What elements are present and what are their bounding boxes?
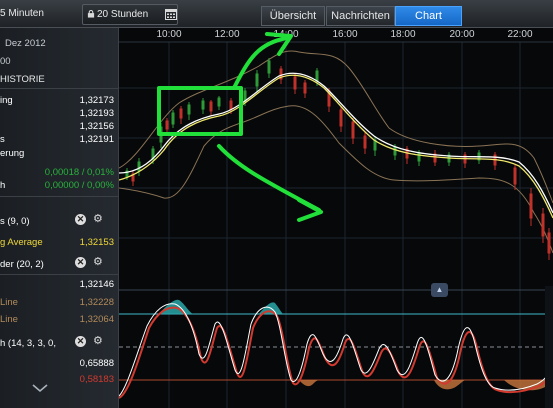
- vertical-scrollbar[interactable]: [545, 286, 553, 408]
- indicator-label: Line: [0, 297, 18, 308]
- tab-chart-label: Chart: [415, 10, 442, 22]
- tab-news[interactable]: Nachrichten: [326, 6, 395, 26]
- range-label: 20 Stunden: [97, 9, 149, 20]
- moving-average-yellow: [119, 74, 553, 219]
- calendar-button[interactable]: [163, 4, 179, 23]
- moving-average-white: [119, 72, 553, 214]
- remove-indicator-button[interactable]: ✕: [75, 214, 86, 225]
- annotation-arrow-up: [232, 36, 289, 90]
- quote-label: s: [0, 134, 5, 145]
- calendar-icon: [165, 9, 177, 20]
- indicator-label: s (9, 0): [0, 216, 30, 227]
- indicator-value: 1,32153: [79, 237, 114, 248]
- interval-label: 5 Minuten: [0, 8, 44, 19]
- remove-indicator-button[interactable]: ✕: [75, 336, 86, 347]
- small-label: 00: [0, 56, 11, 67]
- hand-annotation: [157, 32, 323, 222]
- change-label: h: [0, 180, 6, 191]
- stochastic-panel: [119, 299, 553, 399]
- divider: [0, 196, 118, 197]
- quote-label: ing: [0, 95, 13, 106]
- quote-value: 1,32173: [79, 95, 114, 106]
- change-value: 0,00018 / 0,01%: [44, 167, 114, 178]
- gear-icon[interactable]: ⚙: [93, 214, 104, 225]
- indicator-value: 1,32146: [79, 279, 114, 290]
- change-value: 0,00000 / 0,00%: [44, 180, 114, 191]
- tab-news-label: Nachrichten: [331, 10, 390, 22]
- annotation-arrow-down: [217, 144, 321, 212]
- tab-chart[interactable]: Chart: [395, 6, 462, 26]
- indicator-value: 1,32064: [79, 314, 114, 325]
- toolbar: 5 Minuten 20 Stunden Übersicht Nachricht…: [0, 0, 553, 28]
- indicator-label: der (20, 2): [0, 259, 44, 270]
- quote-value: 1,32156: [79, 121, 114, 132]
- indicator-value: 0,58183: [79, 374, 114, 385]
- date-label: Dez 2012: [5, 38, 46, 49]
- quote-label: erung: [0, 148, 25, 159]
- tab-overview-label: Übersicht: [269, 10, 317, 22]
- lock-icon: [87, 10, 95, 18]
- chevron-down-icon[interactable]: [32, 383, 48, 393]
- indicator-value: 0,65888: [79, 358, 114, 369]
- divider: [0, 88, 118, 89]
- indicator-label: g Average: [0, 237, 43, 248]
- panel-splitter-handle[interactable]: ▲: [431, 283, 448, 297]
- gear-icon[interactable]: ⚙: [93, 336, 104, 347]
- stochastic-k: [119, 303, 553, 397]
- interval-select[interactable]: 5 Minuten: [0, 4, 44, 23]
- indicator-value: 1,32228: [79, 297, 114, 308]
- trading-app: 5 Minuten 20 Stunden Übersicht Nachricht…: [0, 0, 553, 408]
- divider: [0, 274, 118, 275]
- tab-overview[interactable]: Übersicht: [261, 6, 325, 26]
- indicator-label: h (14, 3, 3, 0,: [0, 338, 56, 349]
- stochastic-d: [119, 306, 553, 399]
- instrument-panel: Dez 2012 00 HISTORIE ing 1,32173 1,32193…: [0, 28, 119, 408]
- quote-value: 1,32191: [79, 134, 114, 145]
- quote-value: 1,32193: [79, 108, 114, 119]
- gear-icon[interactable]: ⚙: [93, 257, 104, 268]
- price-chart: [119, 32, 553, 408]
- chart-area[interactable]: 10:00 12:00 14:00 16:00 18:00 20:00 22:0…: [119, 28, 553, 408]
- indicator-label: Line: [0, 314, 18, 325]
- remove-indicator-button[interactable]: ✕: [75, 257, 86, 268]
- history-label: HISTORIE: [0, 74, 45, 85]
